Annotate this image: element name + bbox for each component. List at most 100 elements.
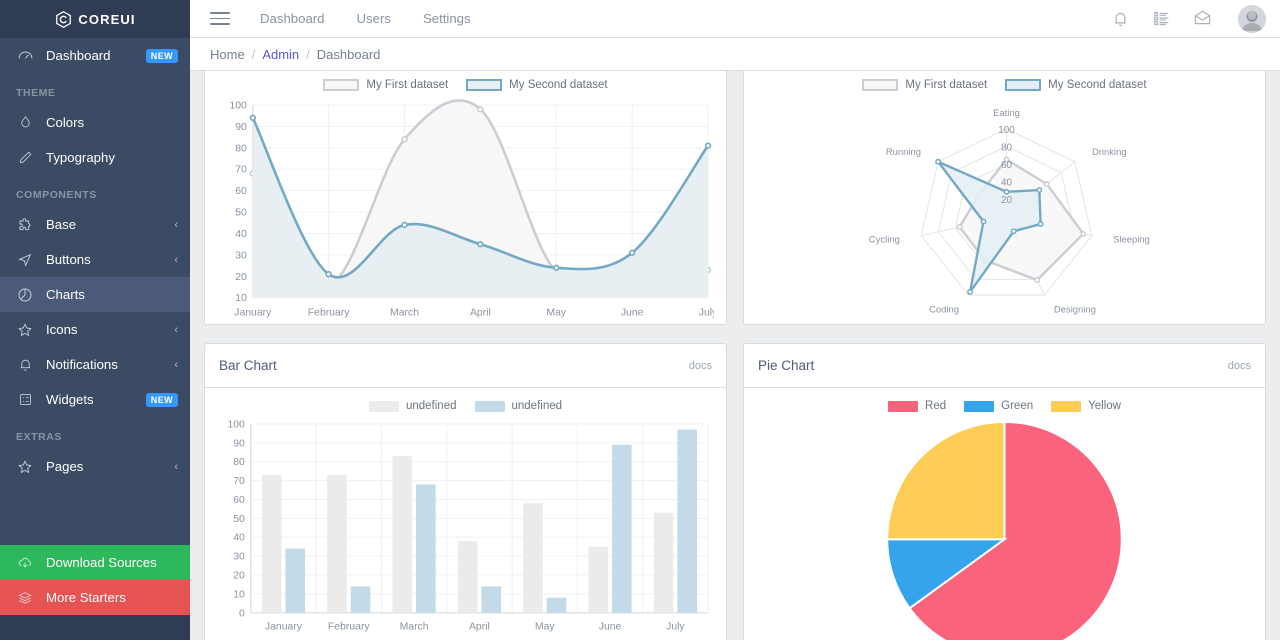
svg-text:January: January bbox=[234, 308, 272, 319]
svg-text:20: 20 bbox=[235, 272, 247, 283]
content-area: My First dataset My Second dataset 10 20 3… bbox=[190, 71, 1280, 640]
docs-link[interactable]: docs bbox=[689, 360, 712, 372]
avatar[interactable] bbox=[1238, 4, 1266, 33]
top-nav-settings[interactable]: Settings bbox=[423, 11, 471, 26]
sidebar-item-icons[interactable]: Icons ‹ bbox=[0, 312, 190, 347]
calculator-icon bbox=[16, 391, 34, 409]
download-sources-button[interactable]: Download Sources bbox=[0, 545, 190, 580]
svg-text:February: February bbox=[328, 622, 370, 633]
top-nav-users[interactable]: Users bbox=[357, 11, 391, 26]
sidebar-item-dashboard[interactable]: Dashboard NEW bbox=[0, 38, 190, 73]
line-chart-card: My First dataset My Second dataset 10 20 3… bbox=[204, 71, 727, 325]
pie-chart-header: Pie Chart docs bbox=[744, 344, 1265, 388]
layers-icon bbox=[16, 589, 34, 607]
svg-text:40: 40 bbox=[233, 533, 245, 544]
top-header: Dashboard Users Settings bbox=[190, 0, 1280, 38]
svg-text:60: 60 bbox=[235, 186, 247, 197]
svg-text:100: 100 bbox=[229, 100, 247, 111]
hamburger-icon[interactable] bbox=[210, 8, 230, 29]
legend-item[interactable]: undefined bbox=[368, 400, 457, 412]
legend-swatch bbox=[474, 400, 505, 412]
sidebar-item-base[interactable]: Base ‹ bbox=[0, 207, 190, 242]
legend-swatch bbox=[466, 79, 503, 91]
svg-text:0: 0 bbox=[239, 608, 245, 619]
sidebar-section-extras: EXTRAS bbox=[16, 431, 62, 443]
sidebar-section-components: COMPONENTS bbox=[16, 189, 97, 201]
svg-text:Sleeping: Sleeping bbox=[1113, 234, 1150, 245]
svg-text:60: 60 bbox=[1001, 160, 1013, 171]
legend-item[interactable]: My First dataset bbox=[323, 79, 448, 91]
more-starters-button[interactable]: More Starters bbox=[0, 580, 190, 615]
line-chart-column: My First dataset My Second dataset 10 20 3… bbox=[204, 71, 727, 325]
legend-item[interactable]: My Second dataset bbox=[466, 79, 608, 91]
radar-chart-legend: My First dataset My Second dataset bbox=[756, 79, 1253, 91]
speedometer-icon bbox=[16, 47, 34, 65]
svg-text:80: 80 bbox=[233, 457, 245, 468]
svg-text:100: 100 bbox=[227, 419, 245, 430]
sidebar-item-label: Base bbox=[46, 217, 77, 232]
sidebar-item-charts[interactable]: Charts bbox=[0, 277, 190, 312]
legend-label: undefined bbox=[511, 400, 563, 412]
sidebar-item-buttons[interactable]: Buttons ‹ bbox=[0, 242, 190, 277]
docs-link[interactable]: docs bbox=[1228, 360, 1251, 372]
legend-label: My Second dataset bbox=[1048, 79, 1147, 91]
legend-swatch bbox=[323, 79, 360, 91]
svg-text:February: February bbox=[308, 308, 350, 319]
sidebar-item-typography[interactable]: Typography bbox=[0, 140, 190, 175]
legend-label: Yellow bbox=[1088, 400, 1121, 412]
sidebar-footer-spacer bbox=[0, 615, 190, 640]
status-badge: NEW bbox=[145, 392, 178, 407]
svg-text:100: 100 bbox=[998, 125, 1015, 136]
legend-label: My Second dataset bbox=[509, 79, 608, 91]
svg-text:May: May bbox=[535, 622, 555, 633]
pie-chart-canvas[interactable] bbox=[756, 418, 1253, 640]
legend-item[interactable]: My First dataset bbox=[862, 79, 987, 91]
sidebar-item-label: Charts bbox=[46, 287, 85, 302]
puzzle-icon bbox=[16, 216, 34, 234]
svg-text:Running: Running bbox=[886, 147, 921, 158]
pie-chart-icon bbox=[16, 286, 34, 304]
svg-text:20: 20 bbox=[233, 571, 245, 582]
sidebar-brand[interactable]: COREUI bbox=[0, 0, 190, 38]
cloud-download-icon bbox=[16, 554, 34, 572]
radar-chart-body: My First dataset My Second dataset 20 40 6… bbox=[744, 71, 1265, 332]
envelope-icon[interactable] bbox=[1193, 9, 1212, 28]
sidebar-item-label: Buttons bbox=[46, 252, 91, 267]
main-area: Dashboard Users Settings Home / Admin / … bbox=[190, 0, 1280, 640]
legend-item[interactable]: Green bbox=[964, 400, 1033, 412]
svg-text:January: January bbox=[265, 622, 303, 633]
sidebar-item-label: Colors bbox=[46, 115, 85, 130]
svg-text:10: 10 bbox=[233, 589, 245, 600]
bar-chart-canvas[interactable]: 0 10 20 30 40 50 60 70 80 90 100 January February Mar… bbox=[217, 418, 714, 637]
svg-text:60: 60 bbox=[233, 495, 245, 506]
legend-item[interactable]: Yellow bbox=[1051, 400, 1121, 412]
legend-swatch bbox=[964, 400, 995, 412]
bell-icon[interactable] bbox=[1111, 9, 1130, 28]
sidebar-item-pages[interactable]: Pages ‹ bbox=[0, 449, 190, 484]
line-chart-canvas[interactable]: 10 20 30 40 50 60 70 80 90 100 January February Marc… bbox=[217, 97, 714, 324]
star-icon bbox=[16, 321, 34, 339]
line-chart-legend: My First dataset My Second dataset bbox=[217, 79, 714, 91]
chevron-left-icon: ‹ bbox=[174, 323, 178, 336]
svg-text:40: 40 bbox=[1001, 177, 1013, 188]
svg-text:Drinking: Drinking bbox=[1092, 147, 1127, 158]
legend-item[interactable]: undefined bbox=[474, 400, 563, 412]
chevron-left-icon: ‹ bbox=[174, 218, 178, 231]
legend-item[interactable]: Red bbox=[888, 400, 946, 412]
svg-text:70: 70 bbox=[235, 165, 247, 176]
sidebar-item-colors[interactable]: Colors bbox=[0, 105, 190, 140]
bar-chart-legend: undefined undefined bbox=[217, 400, 714, 412]
radar-chart-canvas[interactable]: 20 40 60 80 100 Eating Drinking Sleeping Designi… bbox=[756, 97, 1253, 324]
legend-item[interactable]: My Second dataset bbox=[1005, 79, 1147, 91]
breadcrumb-item-admin[interactable]: Admin bbox=[262, 47, 299, 62]
charts-row-top: My First dataset My Second dataset 10 20 3… bbox=[204, 71, 1266, 325]
svg-text:Cycling: Cycling bbox=[869, 234, 900, 245]
sidebar-item-widgets[interactable]: Widgets NEW bbox=[0, 382, 190, 417]
top-nav-dashboard[interactable]: Dashboard bbox=[260, 11, 325, 26]
breadcrumb-item-home[interactable]: Home bbox=[210, 47, 245, 62]
legend-swatch bbox=[1005, 79, 1042, 91]
bar-chart-body: undefined undefined 0 10 20 30 40 50 60 70 80 90 1… bbox=[205, 388, 726, 640]
chevron-left-icon: ‹ bbox=[174, 460, 178, 473]
task-list-icon[interactable] bbox=[1152, 9, 1171, 28]
sidebar-item-notifications[interactable]: Notifications ‹ bbox=[0, 347, 190, 382]
